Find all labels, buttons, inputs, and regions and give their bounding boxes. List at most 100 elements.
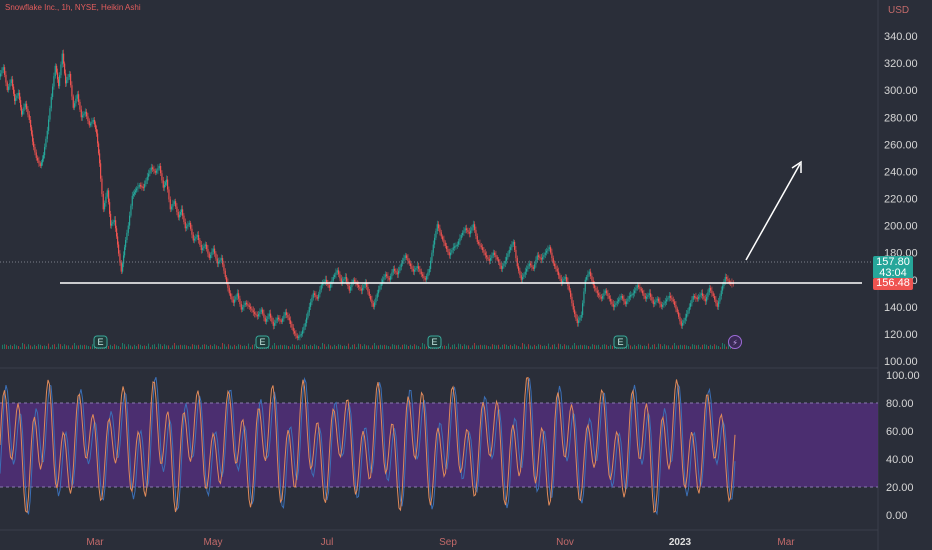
candle-body [284, 312, 286, 316]
volume-bar [682, 345, 683, 349]
candle-body [667, 297, 669, 300]
volume-bar [582, 345, 583, 349]
candle-body [434, 237, 436, 245]
candle-body [135, 190, 137, 193]
candle-body [575, 314, 577, 319]
volume-bar [628, 344, 629, 349]
candle-body [647, 295, 649, 297]
volume-bar [208, 346, 209, 349]
candle-body [594, 285, 596, 288]
candle-body [638, 285, 640, 287]
candle-body [314, 293, 316, 296]
candle-body [570, 290, 572, 297]
candle-body [195, 236, 197, 239]
volume-bar [178, 345, 179, 349]
candle-body [711, 290, 713, 294]
volume-bar [206, 344, 207, 349]
candle-body [482, 247, 484, 250]
volume-bar [230, 345, 231, 349]
volume-bar [176, 345, 177, 349]
candle-body [315, 295, 317, 297]
volume-bar [458, 343, 459, 349]
candle-body [654, 302, 656, 305]
candle-body [446, 245, 448, 250]
candle-body [602, 296, 604, 299]
candle-body [59, 75, 61, 87]
volume-bar [116, 345, 117, 349]
volume-bar [572, 345, 573, 349]
candle-body [63, 53, 65, 64]
candle-body [13, 86, 15, 94]
candle-body [448, 252, 450, 256]
volume-bar [34, 344, 35, 349]
candle-body [675, 305, 677, 309]
candle-body [339, 274, 341, 279]
candle-body [106, 190, 108, 197]
volume-bar [152, 344, 153, 349]
volume-bar [46, 346, 47, 349]
candle-body [288, 317, 290, 321]
candle-body [90, 123, 92, 126]
candle-body [627, 298, 629, 302]
candle-body [464, 228, 466, 231]
volume-bar [370, 347, 371, 349]
candle-body [695, 296, 697, 299]
earnings-marker[interactable]: E [93, 335, 108, 349]
volume-bar [14, 344, 15, 349]
volume-bar [204, 344, 205, 349]
volume-bar [126, 346, 127, 349]
candle-body [347, 281, 349, 287]
volume-bar [194, 344, 195, 349]
candle-body [603, 293, 605, 296]
candle-body [350, 286, 352, 291]
earnings-marker[interactable]: E [427, 335, 442, 349]
volume-bar [666, 345, 667, 349]
volume-bar [156, 347, 157, 349]
flash-marker[interactable]: ⚡ [728, 335, 742, 349]
candle-body [471, 227, 473, 231]
volume-bar [378, 345, 379, 349]
candle-body [137, 186, 139, 189]
candle-body [198, 235, 200, 241]
volume-bar [710, 344, 711, 349]
volume-bar [108, 346, 109, 349]
volume-bar [188, 346, 189, 349]
volume-bar [454, 344, 455, 349]
candle-body [398, 270, 400, 275]
candle-body [19, 92, 21, 101]
price-chart[interactable]: E E E E ⚡ USD 340.00 320.00 300.00 280.00 26… [0, 0, 932, 550]
candle-body [507, 253, 509, 258]
candle-body [291, 323, 293, 328]
volume-bar [148, 343, 149, 349]
candle-body [598, 293, 600, 296]
volume-bar [668, 345, 669, 349]
candle-body [246, 302, 248, 305]
volume-bar [472, 345, 473, 349]
candle-body [248, 305, 250, 307]
volume-bar [530, 345, 531, 349]
earnings-marker[interactable]: E [255, 335, 270, 349]
candle-body [157, 168, 159, 171]
candle-body [563, 278, 565, 281]
candle-body [179, 214, 181, 218]
volume-bar [576, 345, 577, 349]
earnings-marker[interactable]: E [613, 335, 628, 349]
candle-body [548, 247, 550, 250]
volume-bar [632, 346, 633, 349]
candle-body [187, 224, 189, 227]
volume-bar [598, 344, 599, 349]
candle-body [302, 330, 304, 334]
candle-body [127, 225, 129, 233]
volume-bar [224, 344, 225, 349]
candle-body [468, 231, 470, 234]
candle-body [662, 305, 664, 307]
volume-bar [110, 344, 111, 349]
candle-body [506, 257, 508, 261]
volume-bar [462, 346, 463, 349]
volume-bar [300, 347, 301, 349]
price-tick-label: 220.00 [884, 194, 918, 206]
candle-body [33, 141, 35, 148]
candle-body [310, 302, 312, 307]
candle-body [656, 298, 658, 301]
candle-body [514, 241, 516, 250]
